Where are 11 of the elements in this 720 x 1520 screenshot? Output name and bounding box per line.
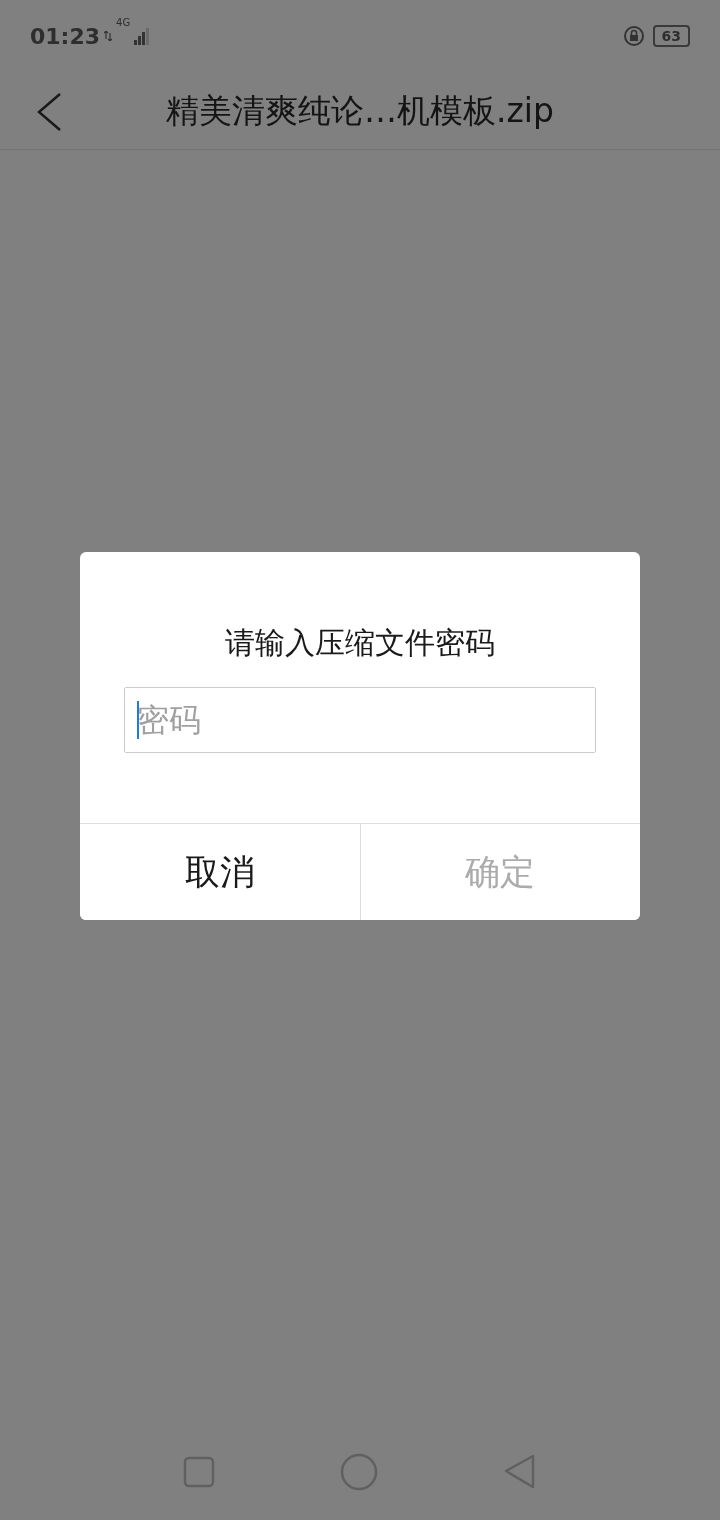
- status-time: 01:23: [30, 22, 101, 51]
- signal-icon: [134, 27, 151, 45]
- back-icon[interactable]: [36, 92, 62, 132]
- dialog-title: 请输入压缩文件密码: [224, 624, 496, 662]
- file-title: 精美清爽纯论…机模板.zip: [166, 89, 554, 132]
- network-type: 4G: [116, 17, 131, 28]
- home-icon[interactable]: [340, 1453, 378, 1491]
- battery-level: 63: [652, 25, 690, 47]
- recent-apps-icon[interactable]: [182, 1456, 215, 1488]
- rotation-lock-icon: [622, 25, 645, 47]
- data-arrows-icon: [104, 31, 113, 41]
